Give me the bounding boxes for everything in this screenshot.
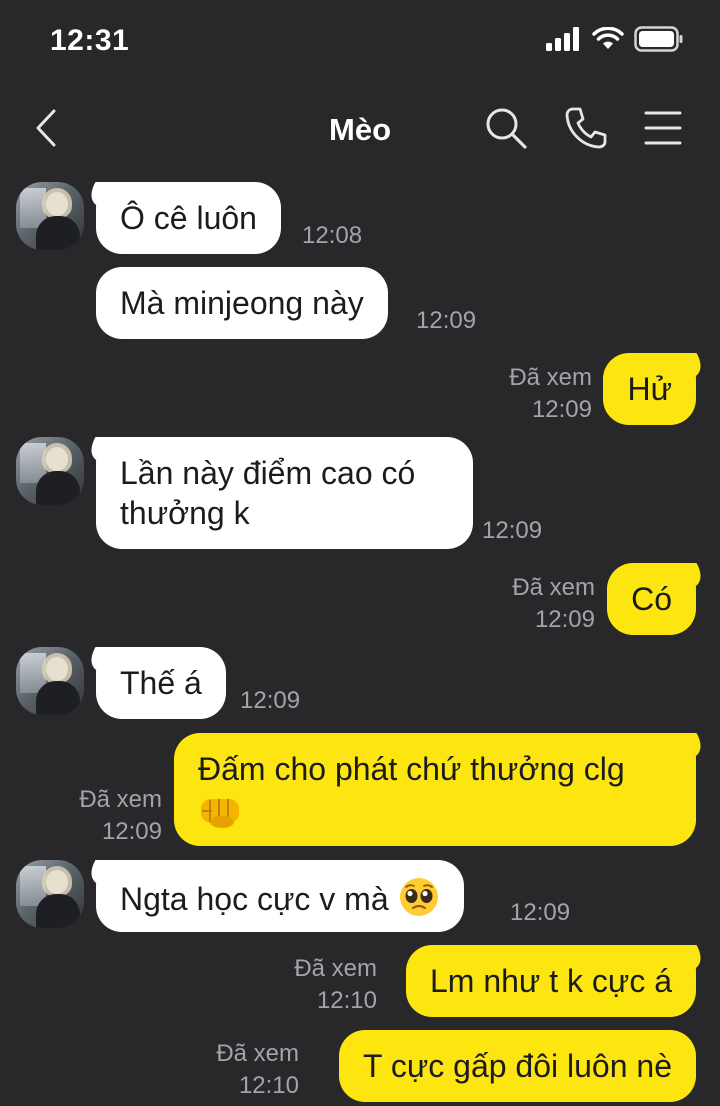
message-bubble-outgoing[interactable]: T cực gấp đôi luôn nè — [338, 1030, 696, 1102]
chat-title: Mèo — [329, 112, 391, 147]
message-bubble-outgoing[interactable]: Lm như t k cực á — [405, 945, 696, 1017]
message-time: 12:09 — [416, 307, 477, 334]
message-text: Hử — [627, 371, 672, 407]
seen-status: Đã xem — [509, 364, 592, 391]
menu-icon — [644, 111, 682, 145]
message-time: 12:10 — [238, 1072, 299, 1099]
message-bubble-outgoing[interactable]: Hử — [603, 353, 696, 425]
message-text: T cực gấp đôi luôn nè — [362, 1048, 672, 1084]
message-bubble-incoming[interactable]: Ô cê luôn — [96, 182, 281, 254]
message-bubble-incoming[interactable]: Lần này điểm cao có thưởng k — [96, 437, 473, 549]
message-time: 12:08 — [302, 222, 363, 249]
menu-button[interactable] — [639, 104, 687, 152]
fist-emoji — [198, 791, 672, 831]
contact-avatar[interactable] — [16, 182, 84, 250]
pleading-face-emoji — [398, 876, 440, 927]
message-time: 12:09 — [240, 687, 301, 714]
message-text: Có — [631, 581, 672, 617]
message-text: Đấm cho phát chứ thưởng clg — [198, 751, 625, 787]
message-bubble-incoming[interactable]: Mà minjeong này — [96, 267, 388, 339]
status-icons — [546, 26, 684, 52]
contact-avatar[interactable] — [16, 647, 84, 715]
status-bar: 12:31 — [0, 0, 720, 80]
message-time: 12:09 — [531, 396, 592, 423]
status-time: 12:31 — [50, 24, 130, 57]
message-bubble-outgoing[interactable]: Đấm cho phát chứ thưởng clg — [174, 733, 696, 846]
message-time: 12:09 — [101, 818, 162, 845]
message-text: Lần này điểm cao có thưởng k — [120, 455, 416, 531]
wifi-icon — [592, 27, 624, 49]
message-time: 12:09 — [510, 899, 571, 926]
seen-status: Đã xem — [512, 574, 595, 601]
message-text: Mà minjeong này — [120, 285, 364, 321]
message-text: Thế á — [120, 665, 202, 701]
message-time: 12:10 — [316, 987, 377, 1014]
seen-status: Đã xem — [79, 786, 162, 813]
contact-avatar[interactable] — [16, 860, 84, 928]
seen-status: Đã xem — [216, 1040, 299, 1067]
message-text: Lm như t k cực á — [429, 963, 672, 999]
search-icon — [486, 108, 527, 149]
message-time: 12:09 — [482, 517, 543, 544]
message-time: 12:09 — [534, 606, 595, 633]
message-bubble-outgoing[interactable]: Có — [607, 563, 696, 635]
contact-avatar[interactable] — [16, 437, 84, 505]
signal-icon — [546, 27, 579, 51]
seen-status: Đã xem — [294, 955, 377, 982]
message-text: Ngta học cực v mà — [120, 880, 389, 917]
message-bubble-incoming[interactable]: Ngta học cực v mà — [96, 860, 464, 932]
message-bubble-incoming[interactable]: Thế á — [96, 647, 226, 719]
battery-icon — [634, 26, 683, 52]
phone-icon — [565, 107, 607, 149]
call-button[interactable] — [562, 104, 610, 152]
chat-header: Mèo — [0, 80, 720, 180]
message-text: Ô cê luôn — [120, 200, 257, 236]
search-button[interactable] — [482, 104, 530, 152]
